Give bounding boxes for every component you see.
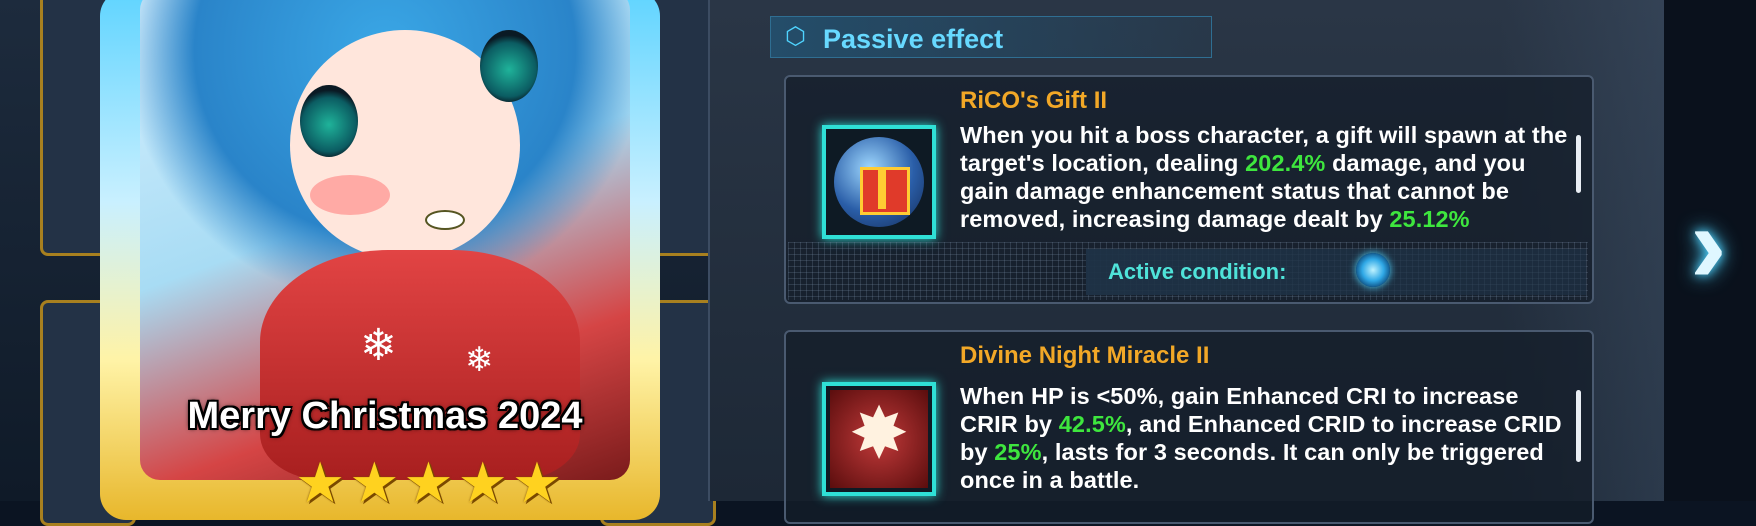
skill-icon-frame: ✸ — [822, 382, 936, 496]
active-condition-bar: Active condition: — [1086, 249, 1586, 295]
active-condition-label: Active condition: — [1108, 259, 1287, 284]
skill-card: RiCO's Gift II When you hit a boss chara… — [784, 75, 1594, 304]
snowflake-icon: ❄ — [360, 321, 397, 370]
desc-highlight: 42.5% — [1058, 411, 1126, 437]
description-scrollbar[interactable] — [1576, 135, 1581, 193]
chevron-right-icon[interactable]: › — [1690, 190, 1756, 300]
star-icon: ★ — [349, 451, 400, 514]
star-icon: ★ — [403, 451, 454, 514]
portrait-mouth — [425, 210, 465, 230]
portrait-eye — [480, 30, 538, 102]
star-rating: ★ ★ ★ ★ ★ — [295, 455, 562, 511]
portrait-eye — [300, 85, 358, 157]
gift-orb-icon — [834, 137, 924, 227]
skill-name: RiCO's Gift II — [960, 87, 1108, 114]
skill-description[interactable]: When HP is <50%, gain Enhanced CRI to in… — [960, 382, 1570, 522]
desc-highlight: 25.12% — [1389, 206, 1470, 232]
skill-card: ✸ Divine Night Miracle II When HP is <50… — [784, 330, 1594, 524]
hexagon-icon: ⬡ — [785, 23, 806, 50]
card-title: Merry Christmas 2024 — [187, 395, 583, 437]
burst-icon: ✸ — [848, 394, 910, 474]
star-icon: ★ — [511, 451, 563, 514]
snowflake-icon: ❄ — [465, 341, 494, 379]
star-icon: ★ — [457, 451, 508, 514]
gift-ribbon — [878, 167, 886, 209]
desc-highlight: 25% — [994, 439, 1042, 465]
portrait-scarf — [260, 250, 580, 480]
skill-description[interactable]: When you hit a boss character, a gift wi… — [960, 121, 1570, 237]
star-icon: ★ — [295, 451, 346, 514]
skill-icon-frame — [822, 125, 936, 239]
desc-text: , lasts for 3 seconds. It can only be tr… — [960, 439, 1544, 493]
target-orb-icon[interactable] — [1356, 253, 1390, 287]
portrait-blush — [310, 175, 390, 215]
section-header: ⬡ Passive effect — [770, 16, 1212, 58]
desc-highlight: 202.4% — [1245, 150, 1326, 176]
skill-name: Divine Night Miracle II — [960, 342, 1210, 369]
description-scrollbar[interactable] — [1576, 390, 1581, 462]
section-label: Passive effect — [823, 24, 1004, 54]
